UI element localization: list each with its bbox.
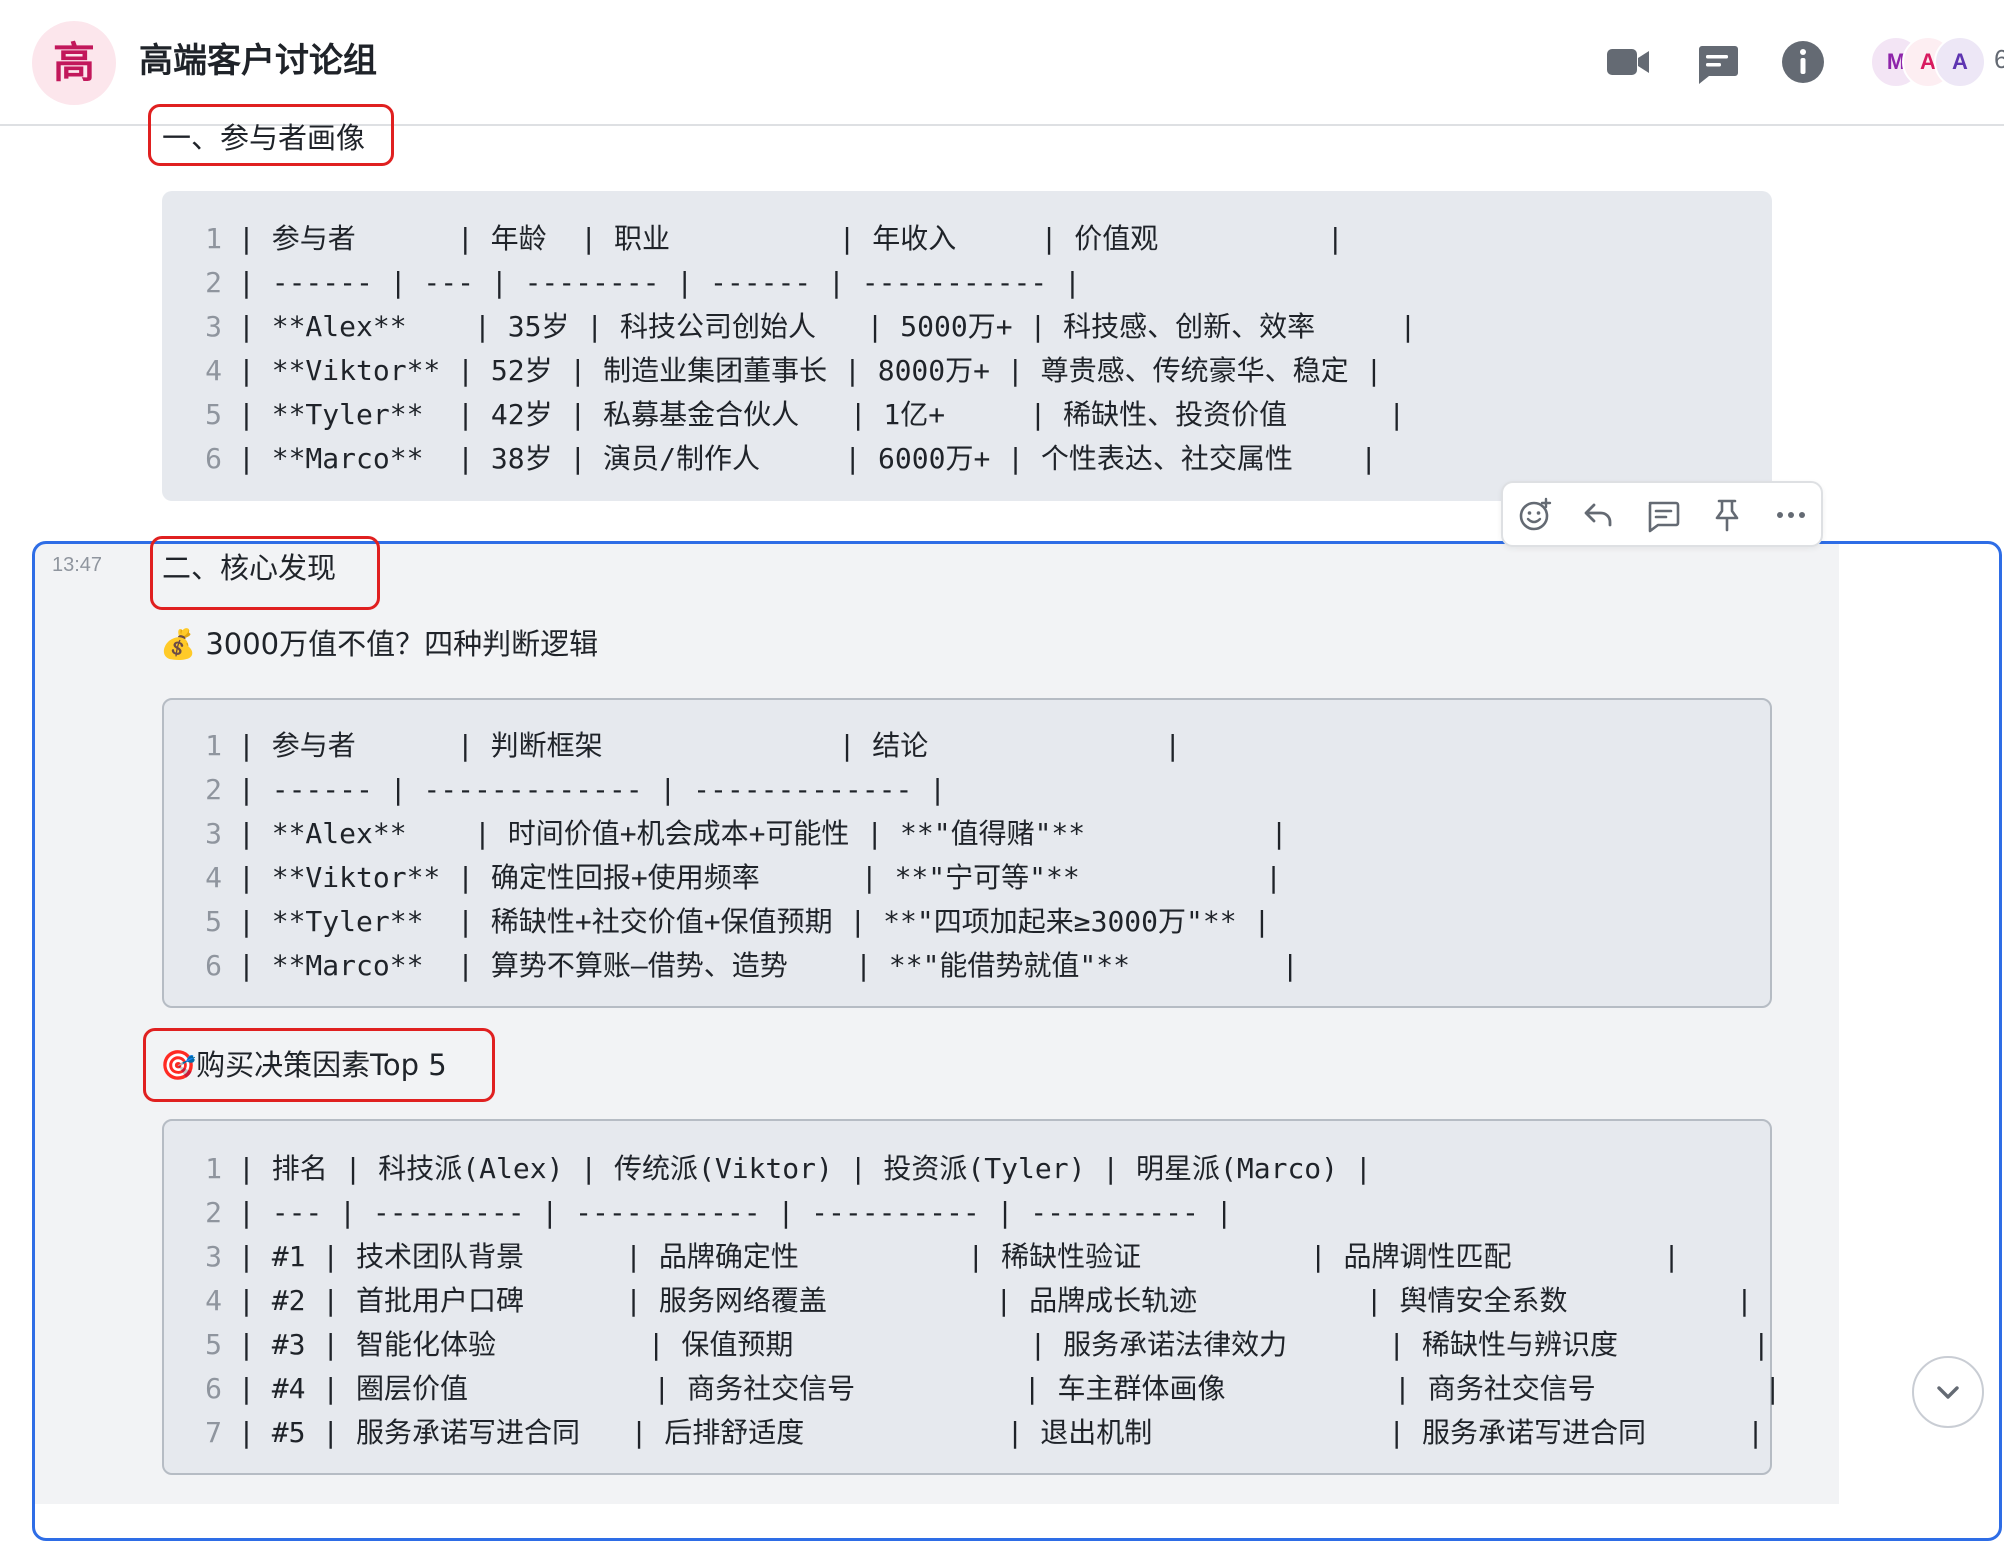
section-title-top5: 🎯购买决策因素Top 5 <box>160 1045 447 1085</box>
member-count[interactable]: 6 <box>1994 44 2004 75</box>
code-block-participants[interactable]: 1 | 参与者 | 年龄 | 职业 | 年收入 | 价值观 | 2 | ------… <box>162 191 1772 501</box>
scroll-to-bottom-button[interactable] <box>1912 1356 1984 1428</box>
reply-icon[interactable] <box>1581 497 1617 533</box>
code-block-judgment[interactable]: 1 | 参与者 | 判断框架 | 结论 | 2 | ------ | -------… <box>162 698 1772 1008</box>
thread-comment-icon[interactable] <box>1645 497 1681 533</box>
subtitle-worth: 💰 3000万值不值？四种判断逻辑 <box>160 624 598 664</box>
target-icon: 🎯 <box>160 1048 197 1082</box>
top5-title-text: 购买决策因素Top 5 <box>196 1048 447 1082</box>
group-avatar[interactable]: 高 <box>32 21 116 105</box>
section-title-findings: 二、核心发现 <box>162 551 337 585</box>
info-icon[interactable] <box>1779 38 1827 86</box>
member-avatar[interactable]: A <box>1934 36 1986 88</box>
code-block-top5[interactable]: 1 | 排名 | 科技派(Alex) | 传统派(Viktor) | 投资派(Ty… <box>162 1119 1781 1475</box>
subtitle-text: 3000万值不值？四种判断逻辑 <box>205 627 599 661</box>
add-reaction-icon[interactable] <box>1517 497 1553 533</box>
chevron-down-icon <box>1937 1386 1959 1399</box>
more-icon[interactable] <box>1773 497 1809 533</box>
pin-icon[interactable] <box>1709 497 1745 533</box>
chat-thread-icon[interactable] <box>1693 38 1741 86</box>
section-title-participants: 一、参与者画像 <box>162 121 366 155</box>
message-action-toolbar <box>1501 481 1823 547</box>
video-call-icon[interactable] <box>1604 38 1652 86</box>
message-timestamp: 13:47 <box>52 554 103 576</box>
money-bag-icon: 💰 <box>160 627 197 661</box>
group-name[interactable]: 高端客户讨论组 <box>139 36 377 86</box>
